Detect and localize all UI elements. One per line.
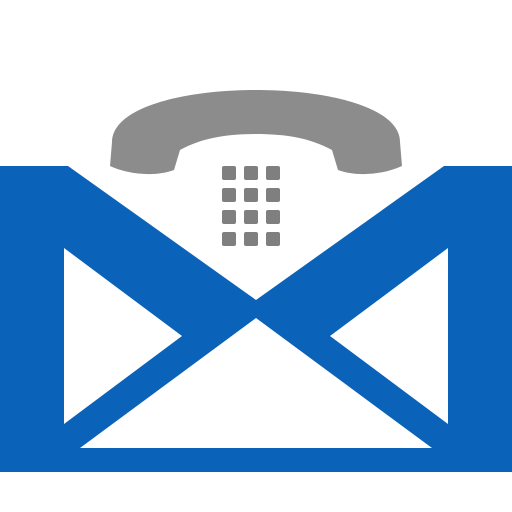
keypad-key	[244, 232, 258, 246]
keypad-key	[244, 210, 258, 224]
app-icon	[0, 0, 512, 512]
keypad-key	[222, 166, 236, 180]
phone-handset-icon	[110, 90, 402, 175]
keypad-key	[244, 188, 258, 202]
keypad-key	[222, 188, 236, 202]
mail-phone-icon	[0, 90, 512, 472]
keypad-key	[266, 166, 280, 180]
keypad-key	[266, 210, 280, 224]
keypad-key	[244, 166, 258, 180]
keypad-key	[266, 188, 280, 202]
keypad-key	[222, 232, 236, 246]
keypad-key	[222, 210, 236, 224]
keypad-key	[266, 232, 280, 246]
